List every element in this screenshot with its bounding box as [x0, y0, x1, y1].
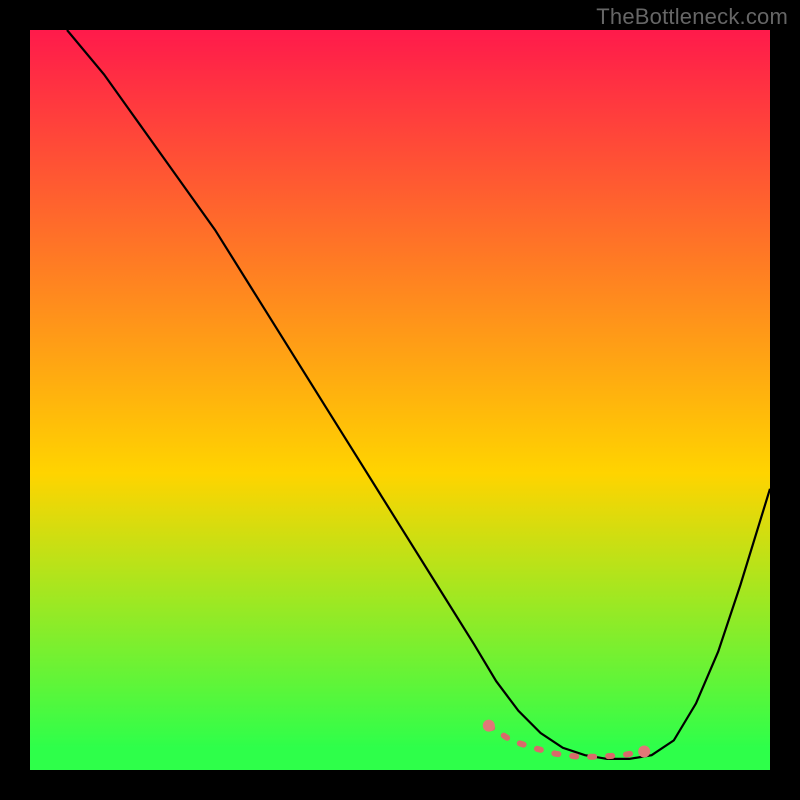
trough-end-dot [638, 746, 650, 758]
plot-svg [30, 30, 770, 770]
trough-end-dot [483, 720, 495, 732]
chart-frame: TheBottleneck.com [0, 0, 800, 800]
watermark-text: TheBottleneck.com [596, 4, 788, 30]
gradient-background [30, 30, 770, 770]
plot-area [30, 30, 770, 770]
